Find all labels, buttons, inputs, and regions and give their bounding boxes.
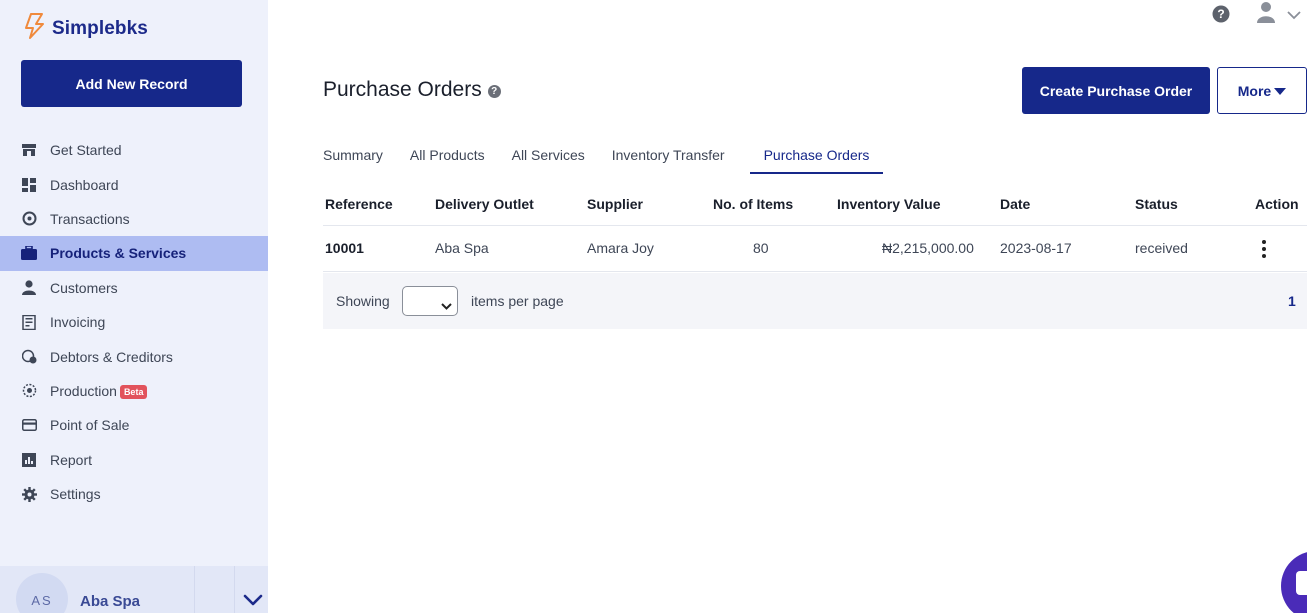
tab-purchase-orders[interactable]: Purchase Orders xyxy=(749,144,884,174)
sidebar-item-label: Transactions xyxy=(50,210,130,227)
create-purchase-order-button[interactable]: Create Purchase Order xyxy=(1022,67,1210,114)
column-header: Action xyxy=(1255,196,1299,212)
user-icon xyxy=(21,280,37,296)
page-number[interactable]: 1 xyxy=(1288,293,1296,309)
sidebar-item-point-of-sale[interactable]: Point of Sale xyxy=(0,408,268,442)
sidebar-item-label: Invoicing xyxy=(50,314,106,331)
sidebar-item-products-services[interactable]: Products & Services xyxy=(0,236,268,271)
production-icon xyxy=(21,383,37,399)
column-header[interactable]: Supplier xyxy=(587,196,643,212)
briefcase-icon xyxy=(21,245,37,261)
sidebar-nav: Get Started Dashboard Transactions Produ… xyxy=(0,133,268,511)
svg-text:?: ? xyxy=(1217,7,1224,21)
table-header: Reference Delivery Outlet Supplier No. o… xyxy=(323,182,1307,226)
outlet-name: Aba Spa xyxy=(80,593,141,610)
column-header[interactable]: Status xyxy=(1135,196,1178,212)
gear-icon xyxy=(21,486,37,502)
column-header[interactable]: Date xyxy=(1000,196,1030,212)
cell-date: 2023-08-17 xyxy=(1000,240,1072,256)
sidebar-item-label: Customers xyxy=(50,279,118,296)
logo-icon xyxy=(22,12,46,45)
sidebar-item-label: Get Started xyxy=(50,142,122,159)
cell-no-of-items: 80 xyxy=(753,240,769,256)
sidebar-item-customers[interactable]: Customers xyxy=(0,271,268,305)
cell-delivery-outlet: Aba Spa xyxy=(435,240,489,256)
purchase-orders-table: Reference Delivery Outlet Supplier No. o… xyxy=(323,182,1307,272)
caret-down-icon xyxy=(1274,83,1287,99)
sidebar-item-label: Report xyxy=(50,451,93,468)
help-icon[interactable]: ? xyxy=(487,84,501,98)
sidebar-item-settings[interactable]: Settings xyxy=(0,477,268,511)
divider xyxy=(234,566,235,613)
help-icon[interactable]: ? xyxy=(1212,5,1230,28)
more-button[interactable]: More xyxy=(1217,67,1307,114)
cell-inventory-value: ₦2,215,000.00 xyxy=(882,240,974,256)
invoice-icon xyxy=(21,314,37,330)
report-icon xyxy=(21,452,37,468)
sidebar-item-label: Products & Services xyxy=(50,245,187,262)
cell-status: received xyxy=(1135,240,1188,256)
sidebar-item-label: Point of Sale xyxy=(50,417,130,434)
items-per-page-label: items per page xyxy=(471,293,564,309)
sidebar-item-label: Settings xyxy=(50,486,101,503)
sidebar-item-invoicing[interactable]: Invoicing xyxy=(0,305,268,339)
column-header[interactable]: Reference xyxy=(325,196,393,212)
outlet-switcher[interactable]: AS Aba Spa xyxy=(0,566,268,613)
tab-summary[interactable]: Summary xyxy=(323,144,383,174)
column-header[interactable]: Inventory Value xyxy=(837,196,940,212)
table-row[interactable]: 10001 Aba Spa Amara Joy 80 ₦2,215,000.00… xyxy=(323,226,1307,272)
tab-all-products[interactable]: All Products xyxy=(410,144,485,174)
sidebar: Simplebks Add New Record Get Started Das… xyxy=(0,0,268,613)
pagination-bar: Showing items per page 1 xyxy=(323,273,1307,329)
cell-supplier: Amara Joy xyxy=(587,240,654,256)
sidebar-item-get-started[interactable]: Get Started xyxy=(0,133,268,167)
brand[interactable]: Simplebks xyxy=(22,12,148,45)
debtors-icon xyxy=(21,349,37,365)
card-icon xyxy=(21,417,37,433)
transactions-icon xyxy=(21,211,37,227)
user-menu-icon[interactable] xyxy=(1256,1,1276,28)
divider xyxy=(194,566,195,613)
sidebar-item-dashboard[interactable]: Dashboard xyxy=(0,167,268,201)
page-title: Purchase Orders ? xyxy=(323,78,501,102)
chevron-down-icon[interactable] xyxy=(1287,7,1301,25)
column-header[interactable]: Delivery Outlet xyxy=(435,196,534,212)
column-header[interactable]: No. of Items xyxy=(713,196,793,212)
tab-all-services[interactable]: All Services xyxy=(512,144,585,174)
sidebar-item-debtors-creditors[interactable]: Debtors & Creditors xyxy=(0,339,268,373)
cell-reference[interactable]: 10001 xyxy=(325,240,364,256)
sidebar-item-label: Dashboard xyxy=(50,176,119,193)
showing-label: Showing xyxy=(336,293,390,309)
sidebar-item-production[interactable]: Production Beta xyxy=(0,374,268,408)
sidebar-item-report[interactable]: Report xyxy=(0,443,268,477)
sidebar-item-label: Debtors & Creditors xyxy=(50,348,173,365)
chevron-down-icon[interactable] xyxy=(243,593,263,611)
beta-badge: Beta xyxy=(119,384,148,399)
store-icon xyxy=(21,142,37,158)
row-actions-icon[interactable] xyxy=(1258,240,1270,258)
avatar: AS xyxy=(16,573,68,613)
more-button-label: More xyxy=(1237,82,1272,99)
sidebar-item-transactions[interactable]: Transactions xyxy=(0,202,268,236)
tabs: Summary All Products All Services Invent… xyxy=(323,144,910,174)
tab-inventory-transfer[interactable]: Inventory Transfer xyxy=(612,144,725,174)
brand-name: Simplebks xyxy=(52,17,148,39)
chat-icon xyxy=(1296,571,1307,595)
items-per-page-select[interactable] xyxy=(402,286,458,316)
add-new-record-button[interactable]: Add New Record xyxy=(21,60,242,107)
dashboard-icon xyxy=(21,177,37,193)
sidebar-item-label: Production Beta xyxy=(50,383,148,399)
